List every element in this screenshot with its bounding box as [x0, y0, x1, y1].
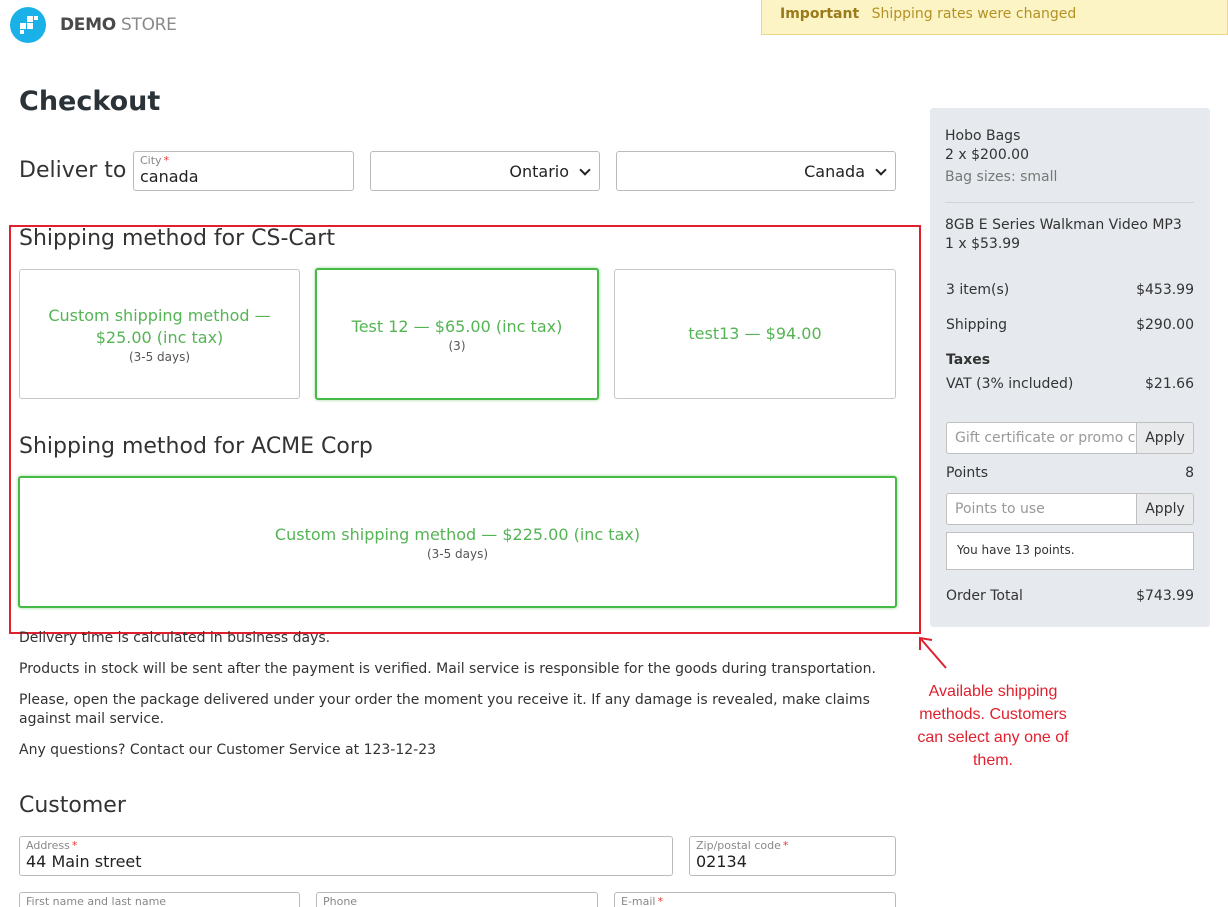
page-title: Checkout: [19, 86, 161, 117]
points-input[interactable]: Points to use: [947, 494, 1136, 524]
country-select[interactable]: Canada: [616, 151, 896, 191]
city-field[interactable]: City * canada: [133, 151, 354, 191]
vat-value: $21.66: [1145, 376, 1194, 392]
address-label: Address *: [26, 839, 78, 852]
notice-banner: Important Shipping rates were changed: [761, 0, 1228, 35]
points-row: Points 8: [946, 465, 1194, 481]
stock-text: Products in stock will be sent after the…: [19, 661, 876, 677]
email-field[interactable]: E-mail *: [614, 892, 896, 907]
total-value: $743.99: [1136, 588, 1194, 604]
vat-label: VAT (3% included): [946, 376, 1074, 392]
items-row: 3 item(s) $453.99: [946, 282, 1194, 298]
promo-code-input[interactable]: Gift certificate or promo code: [947, 423, 1136, 453]
items-value: $453.99: [1136, 282, 1194, 298]
name-field[interactable]: First name and last name: [19, 892, 300, 907]
shipping-value: $290.00: [1136, 317, 1194, 333]
zip-label: Zip/postal code *: [696, 839, 789, 852]
state-value: Ontario: [509, 162, 569, 181]
chevron-down-icon: [579, 164, 591, 176]
phone-label: Phone: [323, 895, 358, 907]
email-label: E-mail *: [621, 895, 663, 907]
total-label: Order Total: [946, 588, 1023, 604]
zip-field[interactable]: Zip/postal code * 02134: [689, 836, 896, 876]
questions-text: Any questions? Contact our Customer Serv…: [19, 742, 437, 758]
points-label: Points: [946, 465, 989, 481]
cart-item-name[interactable]: Hobo Bags: [945, 128, 1020, 144]
points-value: 8: [1185, 465, 1194, 481]
country-value: Canada: [804, 162, 865, 181]
state-select[interactable]: Ontario: [370, 151, 600, 191]
logo-icon: [10, 7, 46, 43]
total-row: Order Total $743.99: [946, 588, 1194, 604]
address-field[interactable]: Address * 44 Main street: [19, 836, 673, 876]
notice-text: Shipping rates were changed: [871, 6, 1077, 22]
damage-text: Please, open the package delivered under…: [19, 692, 870, 727]
vat-row: VAT (3% included) $21.66: [946, 376, 1194, 392]
apply-promo-button[interactable]: Apply: [1136, 423, 1193, 453]
city-label: City *: [140, 154, 170, 167]
annotation-text: Available shipping methods. Customers ca…: [917, 683, 1069, 769]
zip-value: 02134: [696, 852, 747, 871]
order-summary: Hobo Bags 2 x $200.00 Bag sizes: small 8…: [930, 108, 1210, 627]
city-value: canada: [140, 167, 199, 186]
store-logo[interactable]: DEMO STORE: [10, 7, 177, 43]
cart-item-name[interactable]: 8GB E Series Walkman Video MP3: [945, 217, 1182, 233]
arrow-icon: [919, 636, 947, 669]
notice-title: Important: [780, 6, 860, 22]
highlight-frame: [9, 225, 921, 634]
cart-item-option: Bag sizes: small: [945, 169, 1058, 185]
items-label: 3 item(s): [946, 282, 1010, 298]
taxes-heading: Taxes: [946, 352, 1194, 368]
cart-item-qty: 2 x $200.00: [945, 147, 1029, 163]
phone-field[interactable]: Phone: [316, 892, 598, 907]
divider: [945, 202, 1194, 203]
apply-points-button[interactable]: Apply: [1136, 494, 1193, 524]
shipping-row: Shipping $290.00: [946, 317, 1194, 333]
points-note: You have 13 points.: [946, 532, 1194, 570]
logo-text: DEMO STORE: [60, 15, 177, 35]
taxes-label: Taxes: [946, 352, 991, 368]
shipping-label: Shipping: [946, 317, 1008, 333]
delivery-time-text: Delivery time is calculated in business …: [19, 630, 331, 646]
promo-code-group: Gift certificate or promo code Apply: [946, 422, 1194, 454]
cart-item-qty: 1 x $53.99: [945, 236, 1021, 252]
chevron-down-icon: [875, 164, 887, 176]
customer-title: Customer: [19, 793, 126, 818]
address-value: 44 Main street: [26, 852, 142, 871]
name-label: First name and last name: [26, 895, 167, 907]
points-group: Points to use Apply: [946, 493, 1194, 525]
deliver-to-label: Deliver to: [19, 158, 127, 183]
